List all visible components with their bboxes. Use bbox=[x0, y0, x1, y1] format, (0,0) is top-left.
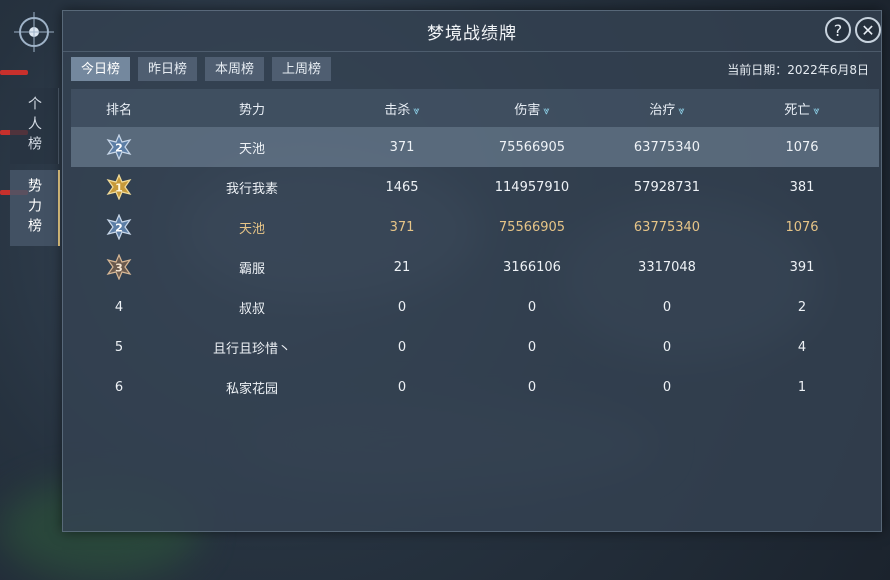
tab-personal-rank[interactable]: 个人榜 bbox=[10, 88, 59, 164]
header-healing[interactable]: 治疗 ⩔ bbox=[597, 99, 737, 118]
silver-rank-badge-icon: 2 bbox=[106, 134, 132, 160]
deaths-cell: 391 bbox=[789, 259, 815, 275]
kills-cell: 1465 bbox=[385, 179, 419, 195]
tab-faction-rank[interactable]: 势力榜 bbox=[10, 170, 60, 246]
faction-cell: 霸服 bbox=[238, 261, 265, 277]
damage-cell: 75566905 bbox=[498, 139, 566, 155]
rank-cell: 5 bbox=[71, 340, 167, 355]
healing-cell: 63775340 bbox=[633, 219, 701, 235]
period-filter-tabs: 今日榜 昨日榜 本周榜 上周榜 bbox=[71, 57, 332, 81]
deaths-cell: 1076 bbox=[785, 139, 819, 155]
damage-cell: 75566905 bbox=[498, 219, 566, 235]
deaths-cell: 1076 bbox=[785, 219, 819, 235]
panel-title: 梦境战绩牌 bbox=[63, 11, 881, 52]
rank-number: 2 bbox=[115, 142, 123, 155]
sort-down-icon[interactable]: ⩔ bbox=[543, 104, 549, 118]
silver-rank-badge-icon: 2 bbox=[106, 214, 132, 240]
damage-cell: 0 bbox=[527, 339, 537, 355]
side-tab-list: 个人榜 势力榜 bbox=[10, 88, 62, 252]
rank-number: 6 bbox=[114, 379, 124, 395]
damage-cell: 0 bbox=[527, 299, 537, 315]
rank-number: 5 bbox=[114, 339, 124, 355]
help-button[interactable]: ? bbox=[825, 17, 851, 43]
faction-cell: 天池 bbox=[238, 141, 265, 157]
table-body: 2 天池 371 75566905 63775340 1076 1 我行我素 1465 11495… bbox=[71, 127, 879, 407]
rank-cell: 4 bbox=[71, 300, 167, 315]
faction-cell: 叔叔 bbox=[238, 301, 265, 317]
tab-yesterday[interactable]: 昨日榜 bbox=[138, 57, 198, 81]
rank-number: 3 bbox=[115, 262, 123, 275]
table-row[interactable]: 2 天池 371 75566905 63775340 1076 bbox=[71, 207, 879, 247]
gold-rank-badge-icon: 1 bbox=[106, 174, 132, 200]
sort-down-icon[interactable]: ⩔ bbox=[413, 104, 419, 118]
healing-cell: 57928731 bbox=[633, 179, 701, 195]
rank-cell: 3 bbox=[71, 254, 167, 280]
rank-cell: 2 bbox=[71, 214, 167, 240]
healing-cell: 0 bbox=[662, 339, 672, 355]
header-rank: 排名 bbox=[105, 102, 132, 118]
kills-cell: 0 bbox=[397, 339, 407, 355]
sort-down-icon[interactable]: ⩔ bbox=[678, 104, 684, 118]
bronze-rank-badge-icon: 3 bbox=[106, 254, 132, 280]
rank-number: 1 bbox=[115, 182, 123, 195]
rank-cell: 1 bbox=[71, 174, 167, 200]
rank-cell: 6 bbox=[71, 380, 167, 395]
damage-cell: 114957910 bbox=[494, 179, 570, 195]
table-row[interactable]: 5 且行且珍惜丶 0 0 0 4 bbox=[71, 327, 879, 367]
header-deaths[interactable]: 死亡 ⩔ bbox=[737, 99, 867, 118]
faction-cell: 天池 bbox=[238, 221, 265, 237]
kills-cell: 371 bbox=[389, 139, 415, 155]
kills-cell: 0 bbox=[397, 299, 407, 315]
compass-icon[interactable] bbox=[14, 12, 54, 52]
faction-cell: 且行且珍惜丶 bbox=[212, 341, 291, 357]
header-damage[interactable]: 伤害 ⩔ bbox=[467, 99, 597, 118]
deaths-cell: 4 bbox=[797, 339, 807, 355]
table-row[interactable]: 2 天池 371 75566905 63775340 1076 bbox=[71, 127, 879, 167]
kills-cell: 371 bbox=[389, 219, 415, 235]
close-icon: ✕ bbox=[861, 20, 875, 40]
rank-number: 4 bbox=[114, 299, 124, 315]
kills-cell: 0 bbox=[397, 379, 407, 395]
table-row[interactable]: 6 私家花园 0 0 0 1 bbox=[71, 367, 879, 407]
healing-cell: 3317048 bbox=[638, 259, 696, 275]
deaths-cell: 1 bbox=[797, 379, 807, 395]
table-row[interactable]: 3 霸服 21 3166106 3317048 391 bbox=[71, 247, 879, 287]
healing-cell: 0 bbox=[662, 299, 672, 315]
damage-cell: 3166106 bbox=[503, 259, 561, 275]
kills-cell: 21 bbox=[393, 259, 411, 275]
healing-cell: 0 bbox=[662, 379, 672, 395]
header-kills[interactable]: 击杀 ⩔ bbox=[337, 99, 467, 118]
sort-down-icon[interactable]: ⩔ bbox=[813, 104, 819, 118]
table-row[interactable]: 1 我行我素 1465 114957910 57928731 381 bbox=[71, 167, 879, 207]
rank-number: 2 bbox=[115, 222, 123, 235]
close-button[interactable]: ✕ bbox=[855, 17, 881, 43]
healing-cell: 63775340 bbox=[633, 139, 701, 155]
current-date: 当前日期：2022年6月8日 bbox=[727, 63, 869, 77]
deaths-cell: 2 bbox=[797, 299, 807, 315]
table-header: 排名 势力 击杀 ⩔ 伤害 ⩔ 治疗 ⩔ 死亡 ⩔ bbox=[71, 89, 879, 127]
scoreboard-panel: 梦境战绩牌 ? ✕ 今日榜 昨日榜 本周榜 上周榜 当前日期：2022年6月8日… bbox=[62, 10, 882, 532]
tab-last-week[interactable]: 上周榜 bbox=[272, 57, 332, 81]
rank-cell: 2 bbox=[71, 134, 167, 160]
damage-cell: 0 bbox=[527, 379, 537, 395]
deaths-cell: 381 bbox=[789, 179, 815, 195]
ranking-table: 排名 势力 击杀 ⩔ 伤害 ⩔ 治疗 ⩔ 死亡 ⩔ 2 天池 371 75566905 6377… bbox=[71, 89, 879, 407]
table-row[interactable]: 4 叔叔 0 0 0 2 bbox=[71, 287, 879, 327]
tab-today[interactable]: 今日榜 bbox=[71, 57, 131, 81]
header-faction: 势力 bbox=[238, 102, 265, 118]
faction-cell: 私家花园 bbox=[225, 381, 278, 397]
help-icon: ? bbox=[833, 20, 843, 40]
faction-cell: 我行我素 bbox=[225, 181, 278, 197]
tab-this-week[interactable]: 本周榜 bbox=[205, 57, 265, 81]
